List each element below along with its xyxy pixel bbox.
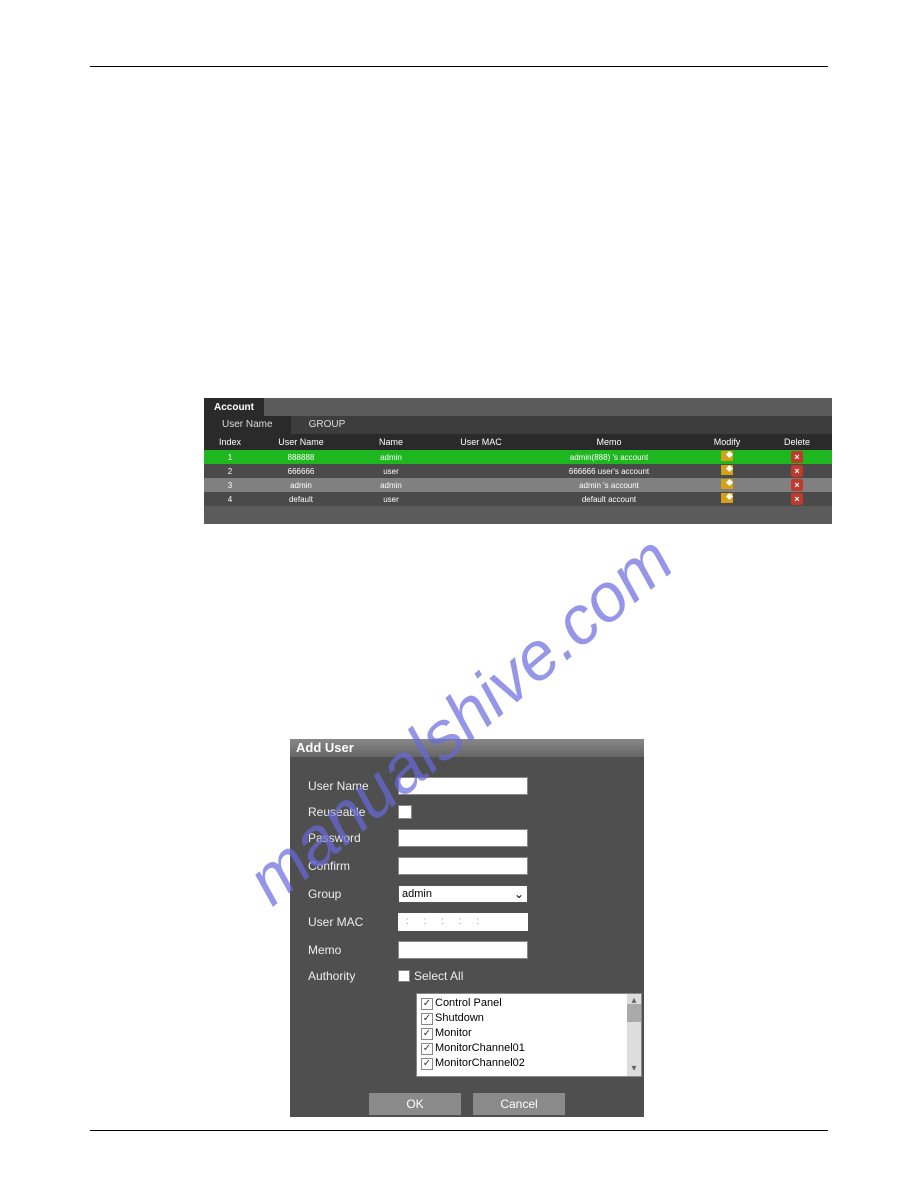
add-user-form: User Name Reuseable Password Confirm Gro… — [290, 757, 644, 1123]
list-item: ✓Control Panel — [421, 996, 637, 1011]
cell-delete: × — [762, 451, 832, 463]
checkbox-icon[interactable]: ✓ — [421, 1043, 433, 1055]
checkbox-icon[interactable]: ✓ — [421, 998, 433, 1010]
select-all-label: Select All — [414, 969, 463, 983]
col-header-username: User Name — [256, 437, 346, 447]
edit-icon[interactable] — [721, 493, 733, 503]
horizontal-rule — [90, 66, 828, 67]
group-select[interactable]: admin ⌄ — [398, 885, 528, 903]
horizontal-rule — [90, 1130, 828, 1131]
scroll-thumb[interactable] — [627, 1004, 641, 1022]
cell-name: admin — [346, 453, 436, 462]
label-memo: Memo — [308, 943, 398, 957]
cell-name: admin — [346, 481, 436, 490]
cell-name: user — [346, 467, 436, 476]
cell-username: 888888 — [256, 453, 346, 462]
chevron-down-icon: ⌄ — [514, 887, 524, 901]
label-usermac: User MAC — [308, 915, 398, 929]
table-row[interactable]: 1 888888 admin admin(888) 's account × — [204, 450, 832, 464]
cell-memo: admin 's account — [526, 481, 692, 490]
cell-index: 1 — [204, 453, 256, 462]
table-row[interactable]: 3 admin admin admin 's account × — [204, 478, 832, 492]
account-tabs: User Name GROUP — [204, 416, 832, 434]
authority-item-label: MonitorChannel02 — [435, 1056, 525, 1071]
username-input[interactable] — [398, 777, 528, 795]
cell-memo: admin(888) 's account — [526, 453, 692, 462]
cell-modify — [692, 451, 762, 463]
cell-index: 2 — [204, 467, 256, 476]
delete-icon[interactable]: × — [791, 479, 803, 491]
cell-memo: default account — [526, 495, 692, 504]
cell-delete: × — [762, 465, 832, 477]
table-row[interactable]: 4 default user default account × — [204, 492, 832, 506]
label-password: Password — [308, 831, 398, 845]
col-header-modify: Modify — [692, 437, 762, 447]
tab-group[interactable]: GROUP — [291, 416, 364, 434]
authority-item-label: Shutdown — [435, 1011, 484, 1026]
authority-item-label: Control Panel — [435, 996, 502, 1011]
cell-modify — [692, 465, 762, 477]
authority-list[interactable]: ✓Control Panel ✓Shutdown ✓Monitor ✓Monit… — [416, 993, 642, 1077]
select-all-checkbox[interactable] — [398, 970, 410, 982]
scrollbar[interactable]: ▴ ▾ — [627, 994, 641, 1076]
ok-button[interactable]: OK — [369, 1093, 461, 1115]
add-user-title: Add User — [290, 739, 644, 757]
edit-icon[interactable] — [721, 479, 733, 489]
cell-index: 3 — [204, 481, 256, 490]
label-group: Group — [308, 887, 398, 901]
checkbox-icon[interactable]: ✓ — [421, 1058, 433, 1070]
edit-icon[interactable] — [721, 451, 733, 461]
cell-name: user — [346, 495, 436, 504]
account-table-header: Index User Name Name User MAC Memo Modif… — [204, 434, 832, 450]
cell-modify — [692, 479, 762, 491]
tab-user-name[interactable]: User Name — [204, 416, 291, 434]
cell-index: 4 — [204, 495, 256, 504]
label-reuseable: Reuseable — [308, 805, 398, 819]
list-item: ✓Monitor — [421, 1026, 637, 1041]
label-username: User Name — [308, 779, 398, 793]
checkbox-icon[interactable]: ✓ — [421, 1013, 433, 1025]
col-header-memo: Memo — [526, 437, 692, 447]
delete-icon[interactable]: × — [791, 465, 803, 477]
col-header-index: Index — [204, 437, 256, 447]
label-confirm: Confirm — [308, 859, 398, 873]
list-item: ✓MonitorChannel01 — [421, 1041, 637, 1056]
confirm-input[interactable] — [398, 857, 528, 875]
authority-item-label: MonitorChannel01 — [435, 1041, 525, 1056]
usermac-input[interactable]: : : : : : — [398, 913, 528, 931]
list-item: ✓MonitorChannel02 — [421, 1056, 637, 1071]
col-header-usermac: User MAC — [436, 437, 526, 447]
col-header-delete: Delete — [762, 437, 832, 447]
cell-delete: × — [762, 479, 832, 491]
cell-memo: 666666 user's account — [526, 467, 692, 476]
scroll-down-icon[interactable]: ▾ — [627, 1062, 641, 1076]
delete-icon[interactable]: × — [791, 493, 803, 505]
checkbox-icon[interactable]: ✓ — [421, 1028, 433, 1040]
cell-username: default — [256, 495, 346, 504]
delete-icon[interactable]: × — [791, 451, 803, 463]
cancel-button[interactable]: Cancel — [473, 1093, 565, 1115]
memo-input[interactable] — [398, 941, 528, 959]
add-user-dialog: Add User User Name Reuseable Password Co… — [290, 739, 644, 1117]
label-authority: Authority — [308, 969, 398, 983]
cell-username: 666666 — [256, 467, 346, 476]
account-panel: Account User Name GROUP Index User Name … — [204, 398, 832, 524]
document-page: manualshive.com Account User Name GROUP … — [0, 0, 918, 1188]
cell-modify — [692, 493, 762, 505]
account-panel-title: Account — [204, 398, 264, 416]
edit-icon[interactable] — [721, 465, 733, 475]
cell-delete: × — [762, 493, 832, 505]
reuseable-checkbox[interactable] — [398, 805, 412, 819]
authority-item-label: Monitor — [435, 1026, 472, 1041]
col-header-name: Name — [346, 437, 436, 447]
list-item: ✓Shutdown — [421, 1011, 637, 1026]
table-row[interactable]: 2 666666 user 666666 user's account × — [204, 464, 832, 478]
password-input[interactable] — [398, 829, 528, 847]
group-value: admin — [402, 888, 432, 900]
cell-username: admin — [256, 481, 346, 490]
